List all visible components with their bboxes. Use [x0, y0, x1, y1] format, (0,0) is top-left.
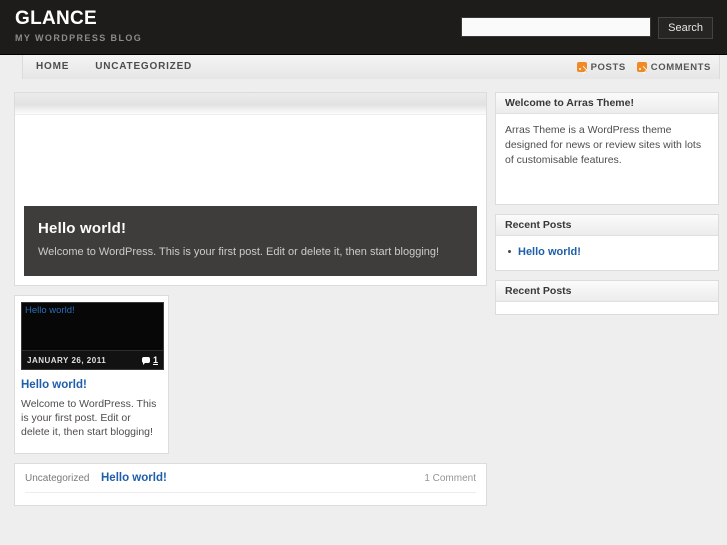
post-thumbnail[interactable]: Hello world! JANUARY 26, 2011 1: [21, 302, 164, 370]
search-input[interactable]: [461, 17, 651, 37]
feed-links: POSTS COMMENTS: [566, 55, 711, 79]
primary-navigation: HOME UNCATEGORIZED POSTS COMMENTS: [22, 55, 720, 79]
feed-link-comments[interactable]: COMMENTS: [637, 62, 711, 73]
nav-item-uncategorized[interactable]: UNCATEGORIZED: [82, 55, 205, 79]
main-layout: Hello world! Welcome to WordPress. This …: [0, 79, 727, 506]
feed-posts-label: POSTS: [591, 62, 626, 73]
comment-count-value: 1: [153, 355, 158, 365]
widget-title: Welcome to Arras Theme!: [496, 93, 718, 114]
rss-icon: [577, 62, 587, 72]
widget-recent-posts-empty: Recent Posts: [495, 280, 719, 315]
thumbnail-meta: JANUARY 26, 2011 1: [22, 350, 163, 369]
featured-caption: Hello world! Welcome to WordPress. This …: [24, 206, 477, 276]
post-grid: Hello world! JANUARY 26, 2011 1 Hello wo…: [14, 295, 487, 454]
search-form: Search: [461, 17, 713, 39]
featured-slider[interactable]: Hello world! Welcome to WordPress. This …: [14, 92, 487, 286]
post-title[interactable]: Hello world!: [21, 378, 162, 392]
widget-recent-posts: Recent Posts Hello world!: [495, 214, 719, 271]
widget-title: Recent Posts: [496, 281, 718, 302]
featured-slider-strip: [15, 93, 486, 115]
list-item-comments[interactable]: 1 Comment: [424, 473, 476, 484]
list-item-title[interactable]: Hello world!: [101, 472, 424, 484]
feed-link-posts[interactable]: POSTS: [577, 62, 626, 73]
post-comment-count[interactable]: 1: [142, 355, 158, 365]
blog-title[interactable]: GLANCE: [15, 8, 142, 30]
widget-body: Arras Theme is a WordPress theme designe…: [496, 114, 718, 204]
post-card[interactable]: Hello world! JANUARY 26, 2011 1 Hello wo…: [14, 295, 169, 454]
post-date: JANUARY 26, 2011: [27, 356, 106, 365]
post-excerpt: Welcome to WordPress. This is your first…: [21, 397, 162, 439]
blog-description: MY WORDPRESS BLOG: [15, 31, 142, 45]
site-header: GLANCE MY WORDPRESS BLOG Search: [0, 0, 727, 55]
list-item[interactable]: Uncategorized Hello world! 1 Comment: [25, 472, 476, 493]
list-item[interactable]: Hello world!: [505, 245, 709, 259]
post-list: Uncategorized Hello world! 1 Comment: [14, 463, 487, 506]
feed-comments-label: COMMENTS: [651, 62, 711, 73]
widget-text: Arras Theme is a WordPress theme designe…: [505, 123, 709, 168]
search-button[interactable]: Search: [658, 17, 713, 39]
featured-post-excerpt: Welcome to WordPress. This is your first…: [38, 245, 463, 259]
widget-welcome: Welcome to Arras Theme! Arras Theme is a…: [495, 92, 719, 205]
content-column: Hello world! Welcome to WordPress. This …: [14, 92, 487, 506]
bullet-icon: [508, 250, 511, 253]
sidebar: Welcome to Arras Theme! Arras Theme is a…: [495, 92, 719, 324]
thumbnail-alt-text: Hello world!: [25, 305, 75, 316]
widget-body: [496, 302, 718, 314]
primary-navigation-wrapper: HOME UNCATEGORIZED POSTS COMMENTS: [0, 55, 727, 79]
comment-bubble-icon: [142, 357, 150, 363]
list-item-category[interactable]: Uncategorized: [25, 473, 101, 484]
rss-icon: [637, 62, 647, 72]
widget-body: Hello world!: [496, 236, 718, 270]
recent-posts-list: Hello world!: [505, 245, 709, 259]
nav-item-home[interactable]: HOME: [23, 55, 82, 79]
branding: GLANCE MY WORDPRESS BLOG: [15, 8, 142, 45]
featured-post-title[interactable]: Hello world!: [38, 220, 463, 237]
recent-post-link[interactable]: Hello world!: [518, 246, 581, 258]
widget-title: Recent Posts: [496, 215, 718, 236]
